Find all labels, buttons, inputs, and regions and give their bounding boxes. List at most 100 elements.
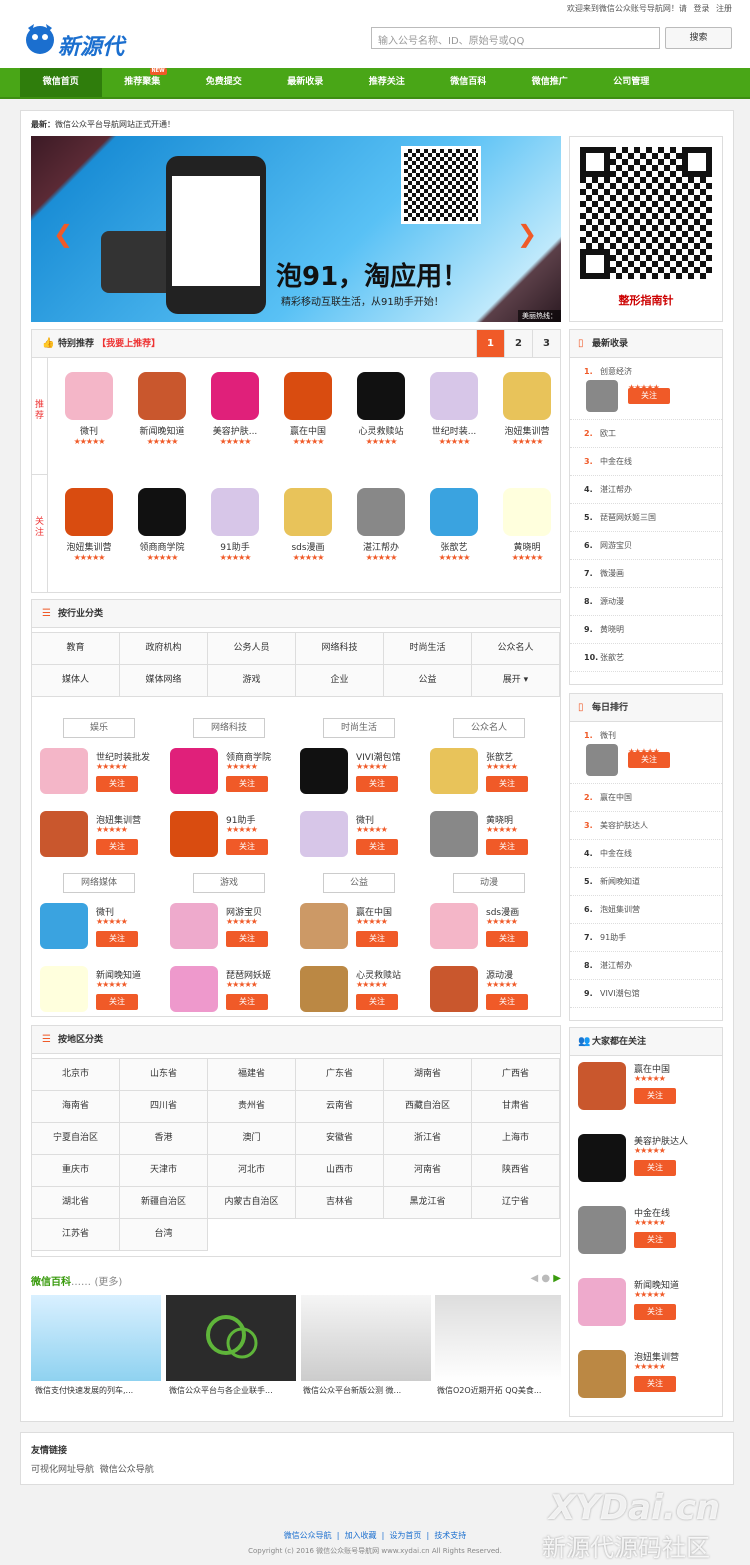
wiki-caption-4[interactable]: 微信O2O近期开拓 QQ美食... — [437, 1385, 561, 1396]
featured-account[interactable]: sds漫画 ★★★★★ — [273, 488, 343, 562]
rank-item[interactable]: 2. 赢在中国 — [570, 784, 722, 812]
region-cell[interactable]: 黑龙江省 — [384, 1187, 472, 1219]
region-cell[interactable]: 安徽省 — [296, 1123, 384, 1155]
page-2-button[interactable]: 2 — [504, 330, 532, 357]
account-item[interactable]: 赢在中国 ★★★★★ 关注 — [294, 901, 424, 964]
follow-button[interactable]: 关注 — [356, 839, 398, 855]
nav-promo[interactable]: 微信推广 — [509, 68, 591, 97]
page-1-button[interactable]: 1 — [476, 330, 504, 357]
footer-link[interactable]: 微信公众导航 — [284, 1531, 332, 1540]
account-item[interactable]: 微刊 ★★★★★ 关注 — [34, 901, 164, 964]
rank-item[interactable]: 9. 黄晓明 — [570, 616, 722, 644]
follow-button[interactable]: 关注 — [486, 839, 528, 855]
friend-link[interactable]: 微信公众导航 — [100, 1465, 154, 1475]
follow-button[interactable]: 关注 — [356, 931, 398, 947]
follow-button[interactable]: 关注 — [356, 776, 398, 792]
featured-account[interactable]: 湛江帮办 ★★★★★ — [346, 488, 416, 562]
region-cell[interactable]: 河北市 — [208, 1155, 296, 1187]
region-cell[interactable]: 山东省 — [120, 1059, 208, 1091]
account-item[interactable]: 网游宝贝 ★★★★★ 关注 — [164, 901, 294, 964]
banner-next-arrow-icon[interactable]: ❯ — [517, 220, 537, 248]
banner-prev-arrow-icon[interactable]: ❮ — [53, 220, 73, 248]
region-cell[interactable]: 台湾 — [120, 1219, 208, 1251]
account-item[interactable]: 新闻晚知道 ★★★★★ 关注 — [34, 964, 164, 1027]
industry-category[interactable]: 媒体网络 — [120, 665, 208, 697]
region-cell[interactable]: 辽宁省 — [472, 1187, 560, 1219]
industry-category[interactable]: 媒体人 — [32, 665, 120, 697]
follow-button[interactable]: 关注 — [634, 1304, 676, 1320]
region-cell[interactable]: 西藏自治区 — [384, 1091, 472, 1123]
account-item[interactable]: sds漫画 ★★★★★ 关注 — [424, 901, 554, 964]
featured-account[interactable]: 91助手 ★★★★★ — [200, 488, 270, 562]
search-input[interactable]: 输入公号名称、ID、原始号或QQ — [371, 27, 660, 49]
industry-group-tag[interactable]: 娱乐 — [63, 718, 135, 738]
account-item[interactable]: 心灵救赎站 ★★★★★ 关注 — [294, 964, 424, 1027]
industry-group-tag[interactable]: 公众名人 — [453, 718, 525, 738]
featured-account[interactable]: 张歆艺 ★★★★★ — [419, 488, 489, 562]
featured-account[interactable]: 泡妞集训营 ★★★★★ — [492, 372, 562, 446]
account-item[interactable]: 张歆艺 ★★★★★ 关注 — [424, 746, 554, 809]
follow-item[interactable]: 泡妞集训营 ★★★★★ 关注 — [570, 1344, 722, 1416]
follow-button[interactable]: 关注 — [96, 839, 138, 855]
region-cell[interactable]: 内蒙古自治区 — [208, 1187, 296, 1219]
rank-item[interactable]: 10. 张歆艺 — [570, 644, 722, 672]
region-cell[interactable]: 贵州省 — [208, 1091, 296, 1123]
industry-group-tag[interactable]: 时尚生活 — [323, 718, 395, 738]
industry-category[interactable]: 企业 — [296, 665, 384, 697]
region-cell[interactable]: 湖南省 — [384, 1059, 472, 1091]
rank-item[interactable]: 3. 美容护肤达人 — [570, 812, 722, 840]
friend-link[interactable]: 可视化网址导航 — [31, 1465, 94, 1475]
latest-text[interactable]: 微信公众平台导航网站正式开通！ — [55, 120, 175, 129]
featured-account[interactable]: 世纪时装... ★★★★★ — [419, 372, 489, 446]
industry-group-tag[interactable]: 网络科技 — [193, 718, 265, 738]
qr-promo-box[interactable]: 整形指南针 — [569, 136, 723, 322]
nav-recommend[interactable]: 推荐聚集 NEW — [102, 68, 184, 97]
featured-account[interactable]: 黄晓明 ★★★★★ — [492, 488, 562, 562]
rank-item[interactable]: 3. 中金在线 — [570, 448, 722, 476]
region-cell[interactable]: 吉林省 — [296, 1187, 384, 1219]
site-logo[interactable]: 新源代 — [20, 20, 150, 60]
region-cell[interactable]: 广西省 — [472, 1059, 560, 1091]
featured-account[interactable]: 美容护肤... ★★★★★ — [200, 372, 270, 446]
wiki-image-3[interactable] — [301, 1295, 431, 1381]
account-item[interactable]: VIVI潮包馆 ★★★★★ 关注 — [294, 746, 424, 809]
follow-button[interactable]: 关注 — [226, 931, 268, 947]
region-cell[interactable]: 甘肃省 — [472, 1091, 560, 1123]
industry-group-tag[interactable]: 网络媒体 — [63, 873, 135, 893]
account-item[interactable]: 源动漫 ★★★★★ 关注 — [424, 964, 554, 1027]
nav-wiki[interactable]: 微信百科 — [428, 68, 510, 97]
follow-button[interactable]: 关注 — [634, 1376, 676, 1392]
follow-button[interactable]: 关注 — [96, 776, 138, 792]
follow-button[interactable]: 关注 — [628, 752, 670, 768]
region-cell[interactable]: 福建省 — [208, 1059, 296, 1091]
industry-category[interactable]: 教育 — [32, 633, 120, 665]
region-cell[interactable]: 重庆市 — [32, 1155, 120, 1187]
industry-category[interactable]: 公众名人 — [472, 633, 560, 665]
region-cell[interactable]: 湖北省 — [32, 1187, 120, 1219]
rank-item[interactable]: 5. 新闻晚知道 — [570, 868, 722, 896]
rank-item[interactable]: 4. 湛江帮办 — [570, 476, 722, 504]
featured-account[interactable]: 微刊 ★★★★★ — [54, 372, 124, 446]
featured-account[interactable]: 泡妞集训营 ★★★★★ — [54, 488, 124, 562]
footer-link[interactable]: 设为首页 — [389, 1531, 421, 1540]
wiki-image-2[interactable] — [166, 1295, 296, 1381]
follow-button[interactable]: 关注 — [628, 388, 670, 404]
region-cell[interactable]: 上海市 — [472, 1123, 560, 1155]
rank-item[interactable]: 2. 欧工 — [570, 420, 722, 448]
follow-button[interactable]: 关注 — [96, 994, 138, 1010]
follow-button[interactable]: 关注 — [356, 994, 398, 1010]
industry-group-tag[interactable]: 公益 — [323, 873, 395, 893]
recommend-me-link[interactable]: 【我要上推荐】 — [97, 339, 160, 349]
nav-latest[interactable]: 最新收录 — [265, 68, 347, 97]
featured-account[interactable]: 心灵救赎站 ★★★★★ — [346, 372, 416, 446]
rank-item[interactable]: 8. 湛江帮办 — [570, 952, 722, 980]
wiki-more-link[interactable]: (更多) — [94, 1277, 122, 1288]
page-3-button[interactable]: 3 — [532, 330, 560, 357]
industry-category[interactable]: 公益 — [384, 665, 472, 697]
follow-item[interactable]: 赢在中国 ★★★★★ 关注 — [570, 1056, 722, 1128]
rank-item[interactable]: 1.创意经济★★★★★关注 — [570, 358, 722, 420]
industry-category[interactable]: 政府机构 — [120, 633, 208, 665]
rank-item[interactable]: 5. 琵琶网妖姬三国 — [570, 504, 722, 532]
industry-group-tag[interactable]: 动漫 — [453, 873, 525, 893]
region-cell[interactable]: 海南省 — [32, 1091, 120, 1123]
